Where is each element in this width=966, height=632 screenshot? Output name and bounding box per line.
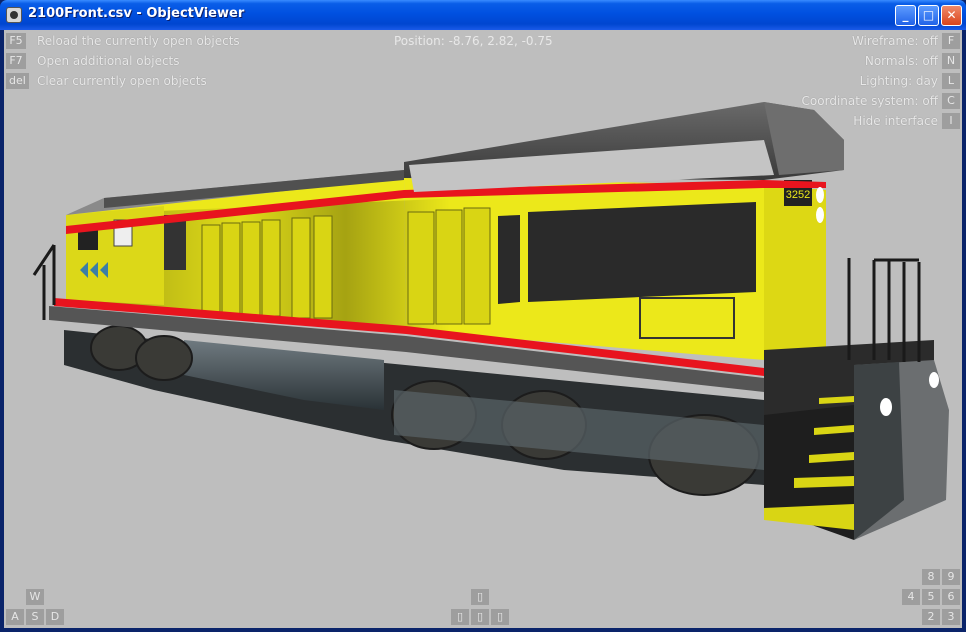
f5-key[interactable]: F5 xyxy=(6,33,26,49)
wireframe-key[interactable]: F xyxy=(942,33,960,49)
close-button[interactable]: ✕ xyxy=(941,5,962,26)
locomotive-scene: 3252 xyxy=(32,102,949,540)
numpad-9-key[interactable]: 9 xyxy=(942,569,960,585)
numpad-2-key[interactable]: 2 xyxy=(922,609,940,625)
window-title: 2100Front.csv - ObjectViewer xyxy=(28,6,245,21)
clear-objects-label: Clear currently open objects xyxy=(37,74,207,88)
open-objects-label: Open additional objects xyxy=(37,54,180,68)
lighting-key[interactable]: L xyxy=(942,73,960,89)
wireframe-label: Wireframe: off xyxy=(851,34,938,48)
numpad-3-key[interactable]: 3 xyxy=(942,609,960,625)
arrow-down-key[interactable]: ▯ xyxy=(471,609,489,625)
arrow-left-key[interactable]: ▯ xyxy=(451,609,469,625)
3d-viewport[interactable]: 3252 F5 Reload the currently open object… xyxy=(4,30,962,628)
hide-interface-label: Hide interface xyxy=(853,114,938,128)
numpad-8-key[interactable]: 8 xyxy=(922,569,940,585)
objectviewer-window: 2100Front.csv - ObjectViewer _ □ ✕ 3252 … xyxy=(0,0,966,632)
lighting-label: Lighting: day xyxy=(859,74,938,88)
normals-label: Normals: off xyxy=(864,54,938,68)
hide-interface-key[interactable]: I xyxy=(942,113,960,129)
maximize-button[interactable]: □ xyxy=(918,5,939,26)
del-key[interactable]: del xyxy=(6,73,29,89)
normals-key[interactable]: N xyxy=(942,53,960,69)
numpad-6-key[interactable]: 6 xyxy=(942,589,960,605)
a-key[interactable]: A xyxy=(6,609,24,625)
numpad-4-key[interactable]: 4 xyxy=(902,589,920,605)
position-readout: Position: -8.76, 2.82, -0.75 xyxy=(394,34,553,48)
coordinate-system-key[interactable]: C xyxy=(942,93,960,109)
number-board: 3252 xyxy=(786,189,810,201)
f7-key[interactable]: F7 xyxy=(6,53,26,69)
s-key[interactable]: S xyxy=(26,609,44,625)
minimize-button[interactable]: _ xyxy=(895,5,916,26)
arrow-right-key[interactable]: ▯ xyxy=(491,609,509,625)
reload-objects-label: Reload the currently open objects xyxy=(37,34,240,48)
coordinate-system-label: Coordinate system: off xyxy=(801,94,938,108)
title-bar[interactable]: 2100Front.csv - ObjectViewer _ □ ✕ xyxy=(0,0,966,30)
numpad-5-key[interactable]: 5 xyxy=(922,589,940,605)
arrow-up-key[interactable]: ▯ xyxy=(471,589,489,605)
w-key[interactable]: W xyxy=(26,589,44,605)
d-key[interactable]: D xyxy=(46,609,64,625)
app-icon[interactable] xyxy=(6,7,22,23)
